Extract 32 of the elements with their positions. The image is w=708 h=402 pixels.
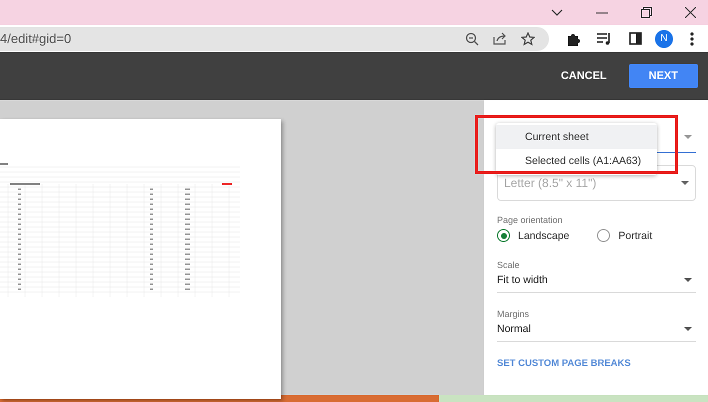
playlist-icon[interactable]	[597, 32, 612, 44]
radio-circle[interactable]	[597, 229, 610, 242]
cancel-button[interactable]: CANCEL	[552, 64, 615, 88]
orientation-label: Page orientation	[497, 215, 564, 225]
chevron-down-icon[interactable]	[551, 8, 563, 16]
minimize-icon[interactable]	[596, 12, 608, 14]
caret-icon	[684, 278, 692, 282]
radio-label: Landscape	[518, 230, 570, 242]
star-icon[interactable]	[521, 32, 535, 46]
more-vertical-icon[interactable]	[690, 32, 694, 46]
url-text: 4/edit#gid=0	[0, 31, 72, 46]
caret-icon	[684, 135, 692, 139]
share-icon[interactable]	[493, 32, 507, 45]
orientation-radio[interactable]: Portrait	[597, 229, 652, 242]
radio-circle[interactable]	[497, 229, 510, 242]
orientation-radio[interactable]: Landscape	[497, 229, 570, 242]
radio-label: Portrait	[618, 230, 652, 242]
menu-item[interactable]: Current sheet	[496, 125, 657, 149]
puzzle-icon[interactable]	[566, 32, 580, 46]
margins-label: Margins	[497, 309, 530, 319]
caret-icon	[684, 327, 692, 331]
next-button[interactable]: NEXT	[628, 64, 698, 88]
caret-icon	[681, 181, 689, 185]
margins-select[interactable]: Normal	[497, 323, 696, 342]
close-icon[interactable]	[685, 7, 696, 18]
side-panel-icon[interactable]	[629, 32, 642, 45]
restore-icon[interactable]	[641, 7, 652, 18]
zoom-out-icon[interactable]	[465, 32, 479, 46]
scale-label: Scale	[497, 260, 521, 270]
scale-select[interactable]: Fit to width	[497, 274, 696, 293]
profile-avatar[interactable]: N	[655, 30, 673, 48]
address-bar[interactable]: 4/edit#gid=0	[0, 26, 549, 50]
